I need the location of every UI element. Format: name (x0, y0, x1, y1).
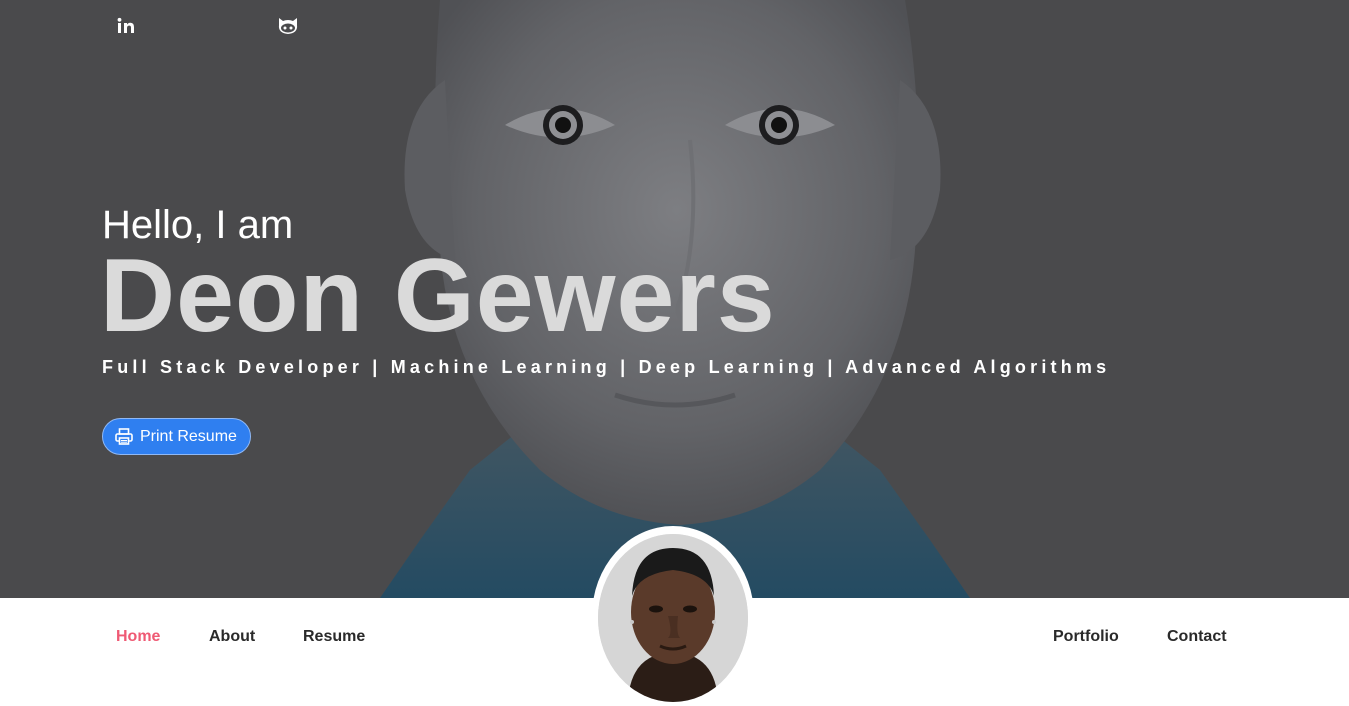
nav-portfolio[interactable]: Portfolio (1053, 628, 1119, 646)
avatar (592, 526, 754, 706)
linkedin-icon (117, 17, 134, 33)
printer-icon (115, 428, 133, 445)
print-resume-button[interactable]: Print Resume (102, 418, 251, 455)
nav-resume[interactable]: Resume (303, 628, 365, 646)
profile-photo-illustration (598, 534, 748, 702)
nav-about[interactable]: About (209, 628, 255, 646)
linkedin-link[interactable] (114, 14, 138, 38)
github-link[interactable] (276, 14, 300, 38)
nav-contact[interactable]: Contact (1167, 628, 1227, 646)
github-icon (278, 18, 298, 34)
hero-name: Deon Gewers (100, 238, 776, 354)
nav-home[interactable]: Home (116, 628, 160, 646)
hero-tagline: Full Stack Developer | Machine Learning … (102, 357, 1111, 377)
hero-section: Hello, I am Deon Gewers Full Stack Devel… (0, 0, 1349, 598)
print-resume-label: Print Resume (140, 427, 237, 445)
avatar-photo (598, 534, 748, 702)
